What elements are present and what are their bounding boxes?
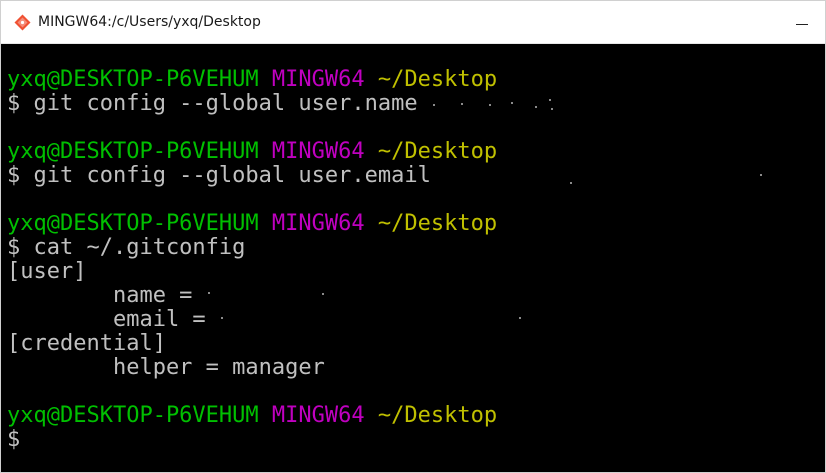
prompt-user-host: yxq@DESKTOP-P6VEHUM [7,139,259,164]
config-section-user: [user] [7,259,87,284]
title-bar[interactable]: MINGW64:/c/Users/yxq/Desktop [1,1,825,44]
config-key-email: email = [7,307,206,332]
prompt-user-host: yxq@DESKTOP-P6VEHUM [7,67,259,92]
prompt-msystem: MINGW64 [271,211,365,236]
redacted-value [431,92,556,114]
prompt-path: ~/Desktop [377,403,498,428]
prompt-line: yxq@DESKTOP-P6VEHUM MINGW64 ~/Desktop [7,140,825,164]
command-line: $ git config --global user.name [7,92,825,116]
prompt-user-host: yxq@DESKTOP-P6VEHUM [7,403,259,428]
prompt-path: ~/Desktop [377,67,498,92]
minimize-button[interactable] [779,1,825,43]
prompt-msystem: MINGW64 [271,139,365,164]
git-diamond-icon [14,14,31,31]
config-key-name: name = [7,283,193,308]
command-line: $ cat ~/.gitconfig [7,235,246,260]
redacted-value [444,164,764,186]
prompt-line: yxq@DESKTOP-P6VEHUM MINGW64 ~/Desktop [7,404,825,428]
prompt-msystem: MINGW64 [271,67,365,92]
terminal-output[interactable]: yxq@DESKTOP-P6VEHUM MINGW64 ~/Desktop $ … [1,44,825,472]
config-section-credential: [credential] [7,331,166,356]
prompt-user-host: yxq@DESKTOP-P6VEHUM [7,211,259,236]
terminal-window: MINGW64:/c/Users/yxq/Desktop yxq@DESKTOP… [0,0,826,473]
prompt-dollar: $ [7,427,21,452]
prompt-msystem: MINGW64 [271,403,365,428]
minimize-icon [796,24,808,25]
config-line: email = [7,308,825,332]
command-text: $ git config --global user.email [7,163,431,188]
config-line: name = [7,284,825,308]
input-line[interactable]: $ [7,428,825,452]
config-line: helper = manager [7,355,325,380]
redacted-value [219,308,529,330]
prompt-line: yxq@DESKTOP-P6VEHUM MINGW64 ~/Desktop [7,68,825,92]
prompt-path: ~/Desktop [377,139,498,164]
prompt-path: ~/Desktop [377,211,498,236]
redacted-value [206,284,336,306]
command-line: $ git config --global user.email [7,164,825,188]
command-text: $ git config --global user.name [7,91,418,116]
window-title: MINGW64:/c/Users/yxq/Desktop [38,14,261,30]
prompt-line: yxq@DESKTOP-P6VEHUM MINGW64 ~/Desktop [7,212,825,236]
